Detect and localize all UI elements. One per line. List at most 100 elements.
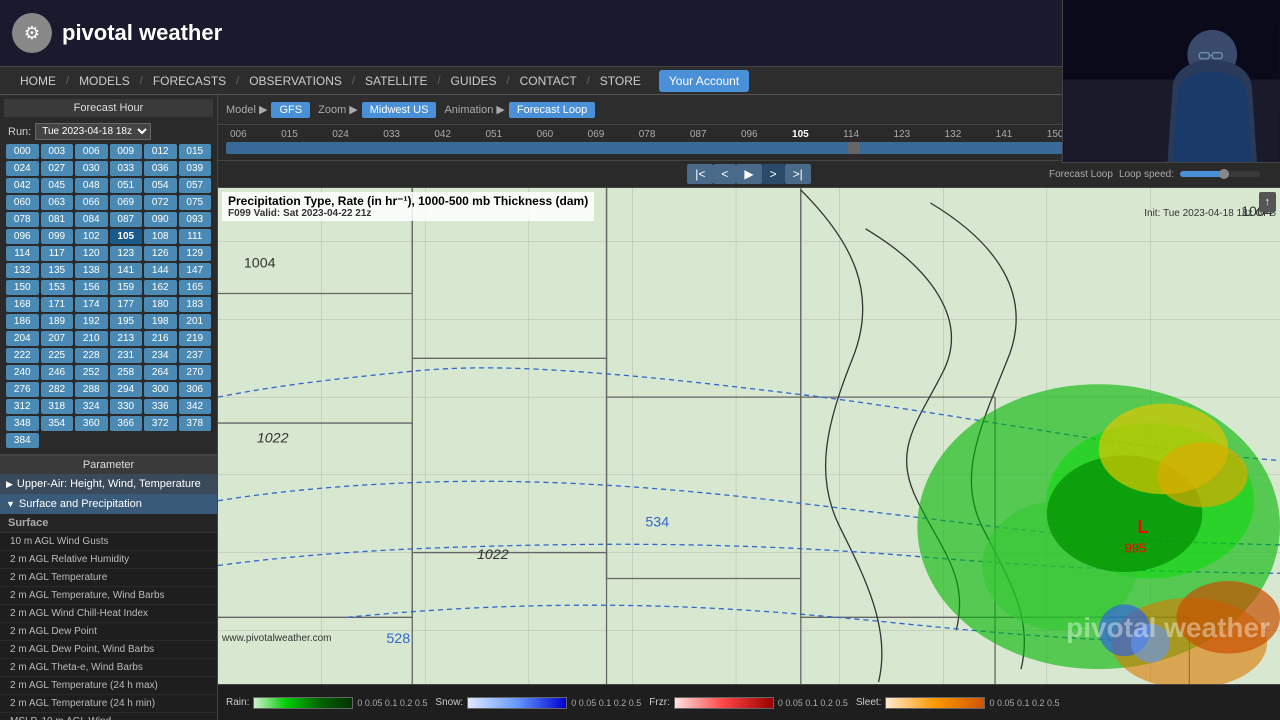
hour-btn-192[interactable]: 192 (75, 314, 108, 329)
hour-btn-153[interactable]: 153 (41, 280, 74, 295)
hour-btn-093[interactable]: 093 (179, 212, 212, 227)
hour-btn-159[interactable]: 159 (110, 280, 143, 295)
hour-btn-231[interactable]: 231 (110, 348, 143, 363)
hour-btn-150[interactable]: 150 (6, 280, 39, 295)
hour-btn-087[interactable]: 087 (110, 212, 143, 227)
hour-btn-129[interactable]: 129 (179, 246, 212, 261)
playback-play-button[interactable]: ▶ (736, 164, 761, 184)
hour-btn-027[interactable]: 027 (41, 161, 74, 176)
param-mslp-wind[interactable]: MSLP, 10 m AGL Wind (0, 713, 217, 720)
hour-btn-162[interactable]: 162 (144, 280, 177, 295)
hour-btn-348[interactable]: 348 (6, 416, 39, 431)
hour-btn-156[interactable]: 156 (75, 280, 108, 295)
hour-btn-288[interactable]: 288 (75, 382, 108, 397)
param-group-upper-air-header[interactable]: ▶ Upper-Air: Height, Wind, Temperature (0, 474, 217, 494)
hour-btn-198[interactable]: 198 (144, 314, 177, 329)
timeline-thumb[interactable] (848, 142, 860, 154)
hour-btn-336[interactable]: 336 (144, 399, 177, 414)
hour-btn-384[interactable]: 384 (6, 433, 39, 448)
hour-btn-111[interactable]: 111 (179, 229, 212, 244)
hour-btn-045[interactable]: 045 (41, 178, 74, 193)
nav-observations[interactable]: OBSERVATIONS (239, 70, 352, 92)
param-2m-theta[interactable]: 2 m AGL Theta-e, Wind Barbs (0, 659, 217, 677)
param-2m-windchill[interactable]: 2 m AGL Wind Chill-Heat Index (0, 605, 217, 623)
hour-btn-330[interactable]: 330 (110, 399, 143, 414)
hour-btn-360[interactable]: 360 (75, 416, 108, 431)
hour-btn-123[interactable]: 123 (110, 246, 143, 261)
param-group-surface[interactable]: ▼ Surface and Precipitation Surface 10 m… (0, 494, 217, 720)
hour-btn-072[interactable]: 072 (144, 195, 177, 210)
hour-btn-042[interactable]: 042 (6, 178, 39, 193)
share-button[interactable]: ↑ (1259, 192, 1277, 212)
hour-btn-189[interactable]: 189 (41, 314, 74, 329)
hour-btn-024[interactable]: 024 (6, 161, 39, 176)
hour-btn-033[interactable]: 033 (110, 161, 143, 176)
hour-btn-174[interactable]: 174 (75, 297, 108, 312)
hour-btn-237[interactable]: 237 (179, 348, 212, 363)
hour-btn-318[interactable]: 318 (41, 399, 74, 414)
param-2m-temp[interactable]: 2 m AGL Temperature (0, 569, 217, 587)
hour-btn-099[interactable]: 099 (41, 229, 74, 244)
hour-btn-102[interactable]: 102 (75, 229, 108, 244)
hour-btn-006[interactable]: 006 (75, 144, 108, 159)
hour-btn-222[interactable]: 222 (6, 348, 39, 363)
hour-btn-366[interactable]: 366 (110, 416, 143, 431)
hour-btn-312[interactable]: 312 (6, 399, 39, 414)
hour-btn-126[interactable]: 126 (144, 246, 177, 261)
hour-btn-246[interactable]: 246 (41, 365, 74, 380)
hour-btn-270[interactable]: 270 (179, 365, 212, 380)
hour-btn-012[interactable]: 012 (144, 144, 177, 159)
hour-btn-081[interactable]: 081 (41, 212, 74, 227)
hour-btn-066[interactable]: 066 (75, 195, 108, 210)
hour-btn-219[interactable]: 219 (179, 331, 212, 346)
hour-btn-084[interactable]: 084 (75, 212, 108, 227)
hour-btn-117[interactable]: 117 (41, 246, 74, 261)
hour-btn-036[interactable]: 036 (144, 161, 177, 176)
hour-btn-147[interactable]: 147 (179, 263, 212, 278)
hour-btn-141[interactable]: 141 (110, 263, 143, 278)
hour-btn-294[interactable]: 294 (110, 382, 143, 397)
hour-btn-054[interactable]: 054 (144, 178, 177, 193)
param-10m-wind-gusts[interactable]: 10 m AGL Wind Gusts (0, 533, 217, 551)
playback-first-button[interactable]: |< (687, 164, 713, 184)
zoom-button[interactable]: Midwest US (362, 102, 437, 118)
nav-satellite[interactable]: SATELLITE (355, 70, 437, 92)
hour-btn-276[interactable]: 276 (6, 382, 39, 397)
nav-contact[interactable]: CONTACT (510, 70, 587, 92)
hour-btn-195[interactable]: 195 (110, 314, 143, 329)
nav-guides[interactable]: GUIDES (441, 70, 507, 92)
hour-btn-057[interactable]: 057 (179, 178, 212, 193)
param-2m-rh[interactable]: 2 m AGL Relative Humidity (0, 551, 217, 569)
hour-btn-135[interactable]: 135 (41, 263, 74, 278)
param-2m-temp-24min[interactable]: 2 m AGL Temperature (24 h min) (0, 695, 217, 713)
hour-btn-186[interactable]: 186 (6, 314, 39, 329)
hour-btn-252[interactable]: 252 (75, 365, 108, 380)
hour-btn-213[interactable]: 213 (110, 331, 143, 346)
hour-btn-120[interactable]: 120 (75, 246, 108, 261)
hour-btn-015[interactable]: 015 (179, 144, 212, 159)
run-select[interactable]: Tue 2023-04-18 18z (35, 123, 151, 140)
hour-btn-240[interactable]: 240 (6, 365, 39, 380)
hour-btn-282[interactable]: 282 (41, 382, 74, 397)
nav-store[interactable]: STORE (590, 70, 651, 92)
param-2m-dewpoint-wind[interactable]: 2 m AGL Dew Point, Wind Barbs (0, 641, 217, 659)
hour-btn-063[interactable]: 063 (41, 195, 74, 210)
hour-btn-372[interactable]: 372 (144, 416, 177, 431)
hour-btn-183[interactable]: 183 (179, 297, 212, 312)
hour-btn-105[interactable]: 105 (110, 229, 143, 244)
hour-btn-180[interactable]: 180 (144, 297, 177, 312)
hour-btn-306[interactable]: 306 (179, 382, 212, 397)
hour-btn-264[interactable]: 264 (144, 365, 177, 380)
playback-next-button[interactable]: > (762, 164, 785, 184)
playback-prev-button[interactable]: < (713, 164, 736, 184)
hour-btn-342[interactable]: 342 (179, 399, 212, 414)
hour-btn-204[interactable]: 204 (6, 331, 39, 346)
hour-btn-144[interactable]: 144 (144, 263, 177, 278)
hour-btn-171[interactable]: 171 (41, 297, 74, 312)
hour-btn-078[interactable]: 078 (6, 212, 39, 227)
nav-forecasts[interactable]: FORECASTS (143, 70, 236, 92)
loop-speed-thumb[interactable] (1219, 169, 1229, 179)
forecast-loop-button[interactable]: Forecast Loop (509, 102, 595, 118)
hour-btn-225[interactable]: 225 (41, 348, 74, 363)
hour-btn-009[interactable]: 009 (110, 144, 143, 159)
